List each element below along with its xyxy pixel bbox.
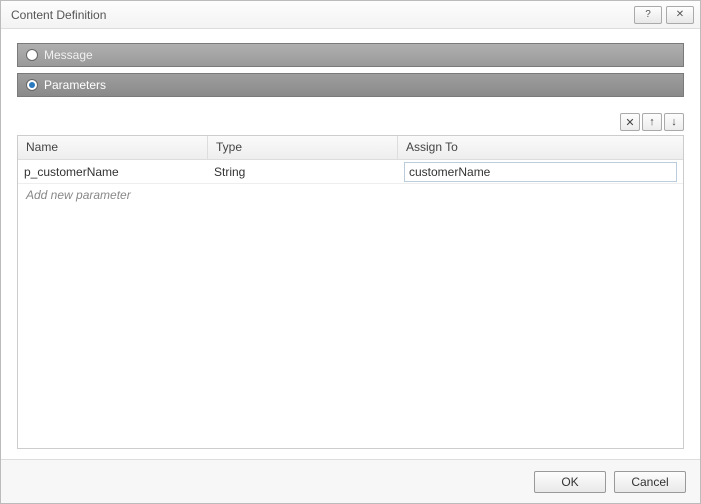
arrow-down-icon: ↓ [671,116,677,128]
assign-to-input[interactable] [404,162,677,182]
help-icon: ? [645,9,651,20]
param-type[interactable]: String [214,165,245,179]
delete-icon: ✕ [625,116,634,129]
content-area: Message Parameters ✕ ↑ ↓ Name Type Assig… [1,29,700,459]
header-type[interactable]: Type [208,136,398,159]
arrow-up-icon: ↑ [649,116,655,128]
table-header: Name Type Assign To [18,136,683,160]
delete-row-button[interactable]: ✕ [620,113,640,131]
move-up-button[interactable]: ↑ [642,113,662,131]
param-name[interactable]: p_customerName [24,165,119,179]
move-down-button[interactable]: ↓ [664,113,684,131]
dialog-footer: OK Cancel [1,459,700,503]
parameters-table: Name Type Assign To p_customerName Strin… [17,135,684,449]
radio-icon [26,49,38,61]
cell-type: String [208,163,398,181]
cell-assign [398,160,683,184]
header-name[interactable]: Name [18,136,208,159]
ok-button[interactable]: OK [534,471,606,493]
radio-icon [26,79,38,91]
cancel-label: Cancel [631,475,668,489]
option-message[interactable]: Message [17,43,684,67]
option-message-label: Message [44,48,93,62]
titlebar: Content Definition ? ✕ [1,1,700,29]
close-icon: ✕ [676,9,684,20]
option-parameters[interactable]: Parameters [17,73,684,97]
dialog: Content Definition ? ✕ Message Parameter… [0,0,701,504]
table-row[interactable]: p_customerName String [18,160,683,184]
ok-label: OK [561,475,578,489]
table-toolbar: ✕ ↑ ↓ [17,113,684,131]
close-button[interactable]: ✕ [666,6,694,24]
header-assign[interactable]: Assign To [398,136,683,159]
window-title: Content Definition [11,8,630,22]
cancel-button[interactable]: Cancel [614,471,686,493]
option-parameters-label: Parameters [44,78,106,92]
cell-name: p_customerName [18,163,208,181]
help-button[interactable]: ? [634,6,662,24]
add-parameter-hint[interactable]: Add new parameter [18,184,683,206]
